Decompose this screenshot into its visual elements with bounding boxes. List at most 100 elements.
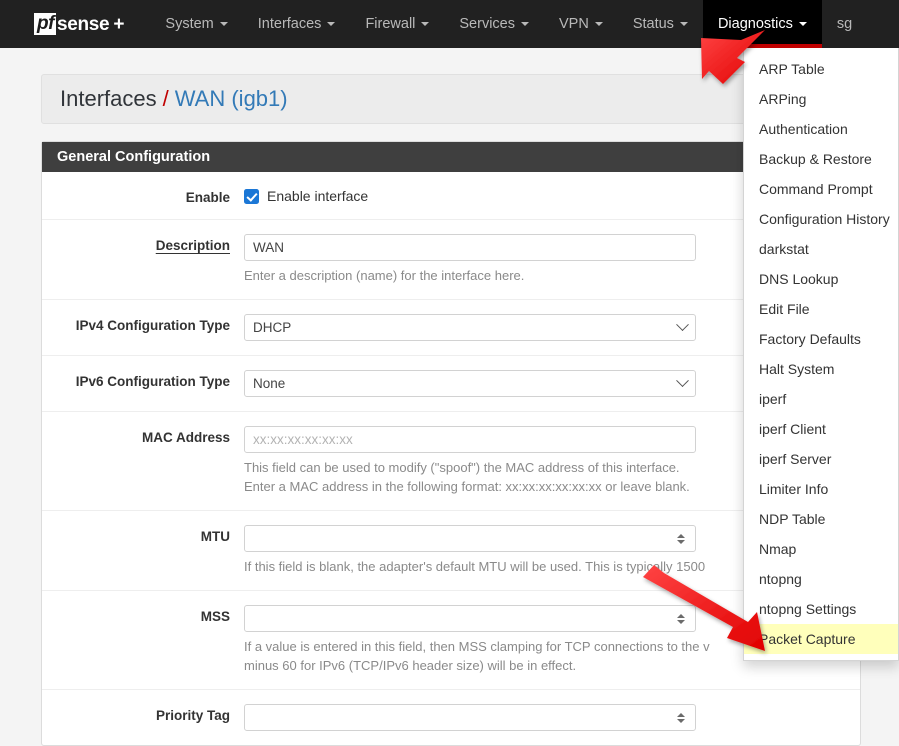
menu-item-label: ARPing xyxy=(759,91,807,107)
nav-item-diagnostics[interactable]: Diagnostics xyxy=(702,0,822,48)
menu-item-label: Halt System xyxy=(759,361,835,377)
menu-item-iperf[interactable]: iperf xyxy=(744,384,898,414)
menu-item-packet-capture[interactable]: Packet Capture xyxy=(744,624,898,654)
nav-item-label: Services xyxy=(459,16,515,32)
enable-label: Enable xyxy=(185,190,230,205)
breadcrumb-separator: / xyxy=(162,86,169,111)
form-row-mac-address: MAC Address This field can be used to mo… xyxy=(42,412,860,511)
menu-item-configuration-history[interactable]: Configuration History xyxy=(744,204,898,234)
mss-label: MSS xyxy=(200,609,230,624)
menu-item-ndp-table[interactable]: NDP Table xyxy=(744,504,898,534)
priority-tag-input[interactable] xyxy=(244,704,696,731)
menu-item-label: Edit File xyxy=(759,301,810,317)
priority-tag-label: Priority Tag xyxy=(155,708,230,723)
stepper-down-icon[interactable] xyxy=(676,539,685,544)
logo-plus-text: + xyxy=(113,13,125,35)
menu-item-halt-system[interactable]: Halt System xyxy=(744,354,898,384)
chevron-down-icon xyxy=(521,22,529,26)
nav-item-firewall[interactable]: Firewall xyxy=(350,0,444,48)
ipv6-config-type-select[interactable]: None xyxy=(244,370,696,397)
menu-item-label: Backup & Restore xyxy=(759,151,872,167)
menu-item-arping[interactable]: ARPing xyxy=(744,84,898,114)
form-row-ipv6-config-type: IPv6 Configuration Type None xyxy=(42,356,860,412)
menu-item-limiter-info[interactable]: Limiter Info xyxy=(744,474,898,504)
number-stepper-icon[interactable] xyxy=(674,613,687,624)
menu-item-label: iperf xyxy=(759,391,787,407)
nav-item-label: Status xyxy=(632,16,674,32)
stepper-up-icon[interactable] xyxy=(676,712,685,717)
menu-item-authentication[interactable]: Authentication xyxy=(744,114,898,144)
menu-item-factory-defaults[interactable]: Factory Defaults xyxy=(744,324,898,354)
nav-item-system[interactable]: System xyxy=(150,0,242,48)
ipv4-config-type-select[interactable]: DHCP xyxy=(244,314,696,341)
breadcrumb-current[interactable]: WAN (igb1) xyxy=(175,86,288,112)
menu-item-iperf-server[interactable]: iperf Server xyxy=(744,444,898,474)
mac-address-input[interactable] xyxy=(244,426,696,453)
ipv4-config-type-value: DHCP xyxy=(253,320,292,335)
stepper-up-icon[interactable] xyxy=(676,613,685,618)
panel-title: General Configuration xyxy=(42,142,860,172)
description-input[interactable] xyxy=(244,234,696,261)
menu-item-dns-lookup[interactable]: DNS Lookup xyxy=(744,264,898,294)
menu-item-label: Command Prompt xyxy=(759,181,873,197)
chevron-down-icon xyxy=(679,22,688,26)
menu-item-label: darkstat xyxy=(759,241,809,257)
menu-item-label: ntopng xyxy=(759,571,802,587)
chevron-down-icon xyxy=(676,374,689,388)
chevron-down-icon xyxy=(421,22,430,26)
ipv6-config-type-value: None xyxy=(253,376,286,391)
diagnostics-dropdown-menu: ARP Table ARPing Authentication Backup &… xyxy=(743,48,899,661)
menu-item-edit-file[interactable]: Edit File xyxy=(744,294,898,324)
mac-address-label: MAC Address xyxy=(141,430,230,445)
stepper-down-icon[interactable] xyxy=(676,718,685,723)
logo-sense-text: sense xyxy=(56,13,110,35)
menu-item-ntopng[interactable]: ntopng xyxy=(744,564,898,594)
number-stepper-icon[interactable] xyxy=(674,533,687,544)
nav-item-vpn[interactable]: VPN xyxy=(544,0,618,48)
menu-item-arp-table[interactable]: ARP Table xyxy=(744,54,898,84)
menu-item-iperf-client[interactable]: iperf Client xyxy=(744,414,898,444)
number-stepper-icon[interactable] xyxy=(674,712,687,723)
menu-item-label: ntopng Settings xyxy=(759,601,857,617)
stepper-down-icon[interactable] xyxy=(676,619,685,624)
menu-item-ntopng-settings[interactable]: ntopng Settings xyxy=(744,594,898,624)
menu-item-label: ARP Table xyxy=(759,61,825,77)
nav-item-label: Firewall xyxy=(365,16,416,32)
menu-item-label: Nmap xyxy=(759,541,797,557)
chevron-down-icon xyxy=(798,22,807,26)
stepper-up-icon[interactable] xyxy=(676,533,685,538)
mtu-input[interactable] xyxy=(244,525,696,552)
mtu-label: MTU xyxy=(200,529,230,544)
breadcrumb-parent: Interfaces xyxy=(60,86,157,111)
mss-input[interactable] xyxy=(244,605,696,632)
breadcrumb: Interfaces / WAN (igb1) xyxy=(41,74,861,124)
nav-item-status[interactable]: Status xyxy=(618,0,703,48)
menu-item-label: Factory Defaults xyxy=(759,331,861,347)
ipv6-config-type-label: IPv6 Configuration Type xyxy=(75,374,230,389)
nav-item-label: VPN xyxy=(559,16,589,32)
menu-item-label: NDP Table xyxy=(759,511,826,527)
nav-item-services[interactable]: Services xyxy=(444,0,544,48)
menu-item-nmap[interactable]: Nmap xyxy=(744,534,898,564)
form-row-mss: MSS If a value is entered in this field,… xyxy=(42,591,860,690)
enable-interface-label: Enable interface xyxy=(267,188,369,204)
nav-user-label[interactable]: sg xyxy=(822,16,852,32)
form-row-enable: Enable Enable interface xyxy=(42,172,860,220)
checkmark-icon xyxy=(244,188,259,204)
menu-item-backup-restore[interactable]: Backup & Restore xyxy=(744,144,898,174)
menu-item-label: Packet Capture xyxy=(759,631,856,647)
nav-item-label: System xyxy=(165,16,214,32)
panel-body: Enable Enable interface Description Ente… xyxy=(42,172,860,745)
form-row-priority-tag: Priority Tag xyxy=(42,690,860,745)
ipv4-config-type-label: IPv4 Configuration Type xyxy=(75,318,230,333)
form-row-ipv4-config-type: IPv4 Configuration Type DHCP xyxy=(42,300,860,356)
form-row-description: Description Enter a description (name) f… xyxy=(42,220,860,300)
nav-item-interfaces[interactable]: Interfaces xyxy=(243,0,351,48)
form-row-mtu: MTU If this field is blank, the adapter'… xyxy=(42,511,860,591)
chevron-down-icon xyxy=(327,22,336,26)
menu-item-command-prompt[interactable]: Command Prompt xyxy=(744,174,898,204)
nav-item-label: Diagnostics xyxy=(717,16,793,32)
menu-item-darkstat[interactable]: darkstat xyxy=(744,234,898,264)
pfsense-logo[interactable]: pf sense + xyxy=(34,0,124,48)
chevron-down-icon xyxy=(676,318,689,332)
